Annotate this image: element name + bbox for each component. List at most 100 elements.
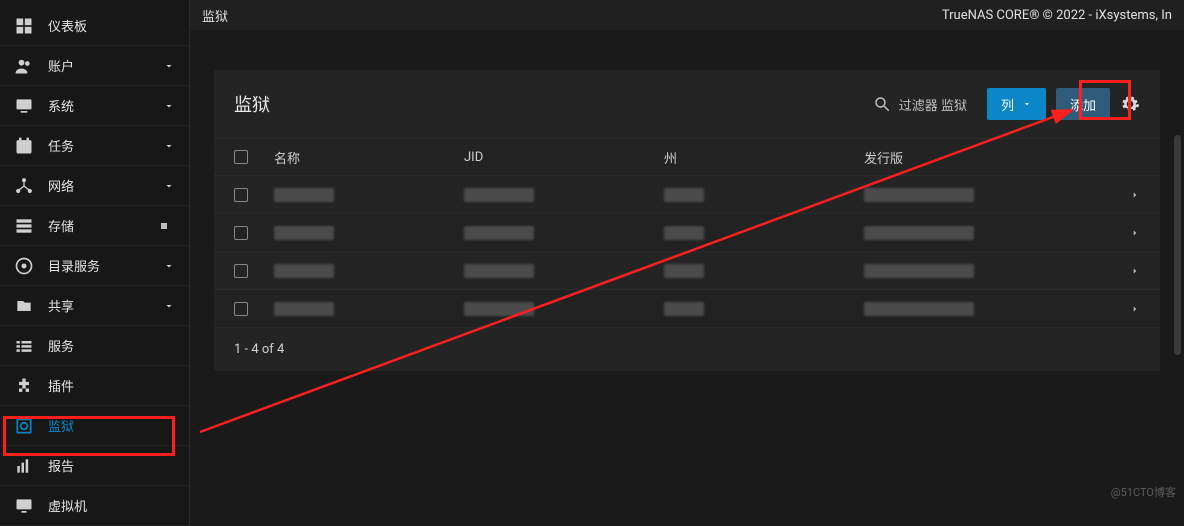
jails-card: 监狱 过滤器 监狱 列 添加 xyxy=(214,70,1160,371)
vm-icon xyxy=(14,496,34,516)
sidebar-item-label: 任务 xyxy=(48,136,163,155)
sidebar-item-jails[interactable]: 监狱 xyxy=(0,406,189,446)
sidebar-item-label: 监狱 xyxy=(48,416,175,435)
add-button-label: 添加 xyxy=(1070,95,1096,114)
select-all-checkbox[interactable] xyxy=(234,150,248,164)
filter-placeholder: 过滤器 监狱 xyxy=(899,95,967,114)
col-header-release[interactable]: 发行版 xyxy=(864,148,1100,167)
chevron-down-icon xyxy=(163,60,175,72)
filter-search[interactable]: 过滤器 监狱 xyxy=(873,95,967,114)
dashboard-icon xyxy=(14,16,34,36)
col-header-jid[interactable]: JID xyxy=(464,150,664,165)
cell-jid xyxy=(464,264,534,278)
col-header-name[interactable]: 名称 xyxy=(274,148,464,167)
sidebar-item-label: 仪表板 xyxy=(48,16,175,35)
sidebar-item-label: 报告 xyxy=(48,456,175,475)
cell-state xyxy=(664,302,704,316)
cell-jid xyxy=(464,302,534,316)
breadcrumb-bar: 监狱 TrueNAS CORE® © 2022 - iXsystems, In xyxy=(190,0,1184,30)
cell-jid xyxy=(464,226,534,240)
table-row[interactable] xyxy=(214,176,1160,214)
sidebar-item-label: 服务 xyxy=(48,336,175,355)
chevron-right-icon[interactable] xyxy=(1130,228,1140,238)
cell-state xyxy=(664,226,704,240)
row-checkbox[interactable] xyxy=(234,264,248,278)
chevron-down-icon xyxy=(1022,99,1032,109)
cell-jid xyxy=(464,188,534,202)
cell-release xyxy=(864,302,974,316)
search-icon xyxy=(873,95,891,113)
row-checkbox[interactable] xyxy=(234,302,248,316)
sidebar-item-dashboard[interactable]: 仪表板 xyxy=(0,6,189,46)
table-row[interactable] xyxy=(214,214,1160,252)
scrollbar[interactable] xyxy=(1174,135,1181,355)
sidebar-item-label: 插件 xyxy=(48,376,175,395)
indicator-dot xyxy=(161,223,167,229)
cell-state xyxy=(664,264,704,278)
add-button[interactable]: 添加 xyxy=(1056,88,1110,120)
table-row[interactable] xyxy=(214,252,1160,290)
sidebar-item-storage[interactable]: 存储 xyxy=(0,206,189,246)
columns-button-label: 列 xyxy=(1001,95,1014,114)
jails-table: 名称 JID 州 发行版 xyxy=(214,138,1160,328)
storage-icon xyxy=(14,216,34,236)
sidebar-item-label: 网络 xyxy=(48,176,163,195)
copyright-text: TrueNAS CORE® © 2022 - iXsystems, In xyxy=(942,8,1172,23)
sidebar-item-network[interactable]: 网络 xyxy=(0,166,189,206)
main-content: 监狱 TrueNAS CORE® © 2022 - iXsystems, In … xyxy=(190,0,1184,526)
row-checkbox[interactable] xyxy=(234,226,248,240)
services-icon xyxy=(14,336,34,356)
sidebar-item-tasks[interactable]: 任务 xyxy=(0,126,189,166)
sidebar-item-label: 存储 xyxy=(48,216,175,235)
table-header-row: 名称 JID 州 发行版 xyxy=(214,138,1160,176)
jails-icon xyxy=(14,416,34,436)
cell-name xyxy=(274,226,334,240)
sharing-icon xyxy=(14,296,34,316)
chevron-down-icon xyxy=(163,180,175,192)
sidebar-item-label: 目录服务 xyxy=(48,256,163,275)
cell-release xyxy=(864,264,974,278)
tasks-icon xyxy=(14,136,34,156)
table-row[interactable] xyxy=(214,290,1160,328)
sidebar-item-services[interactable]: 服务 xyxy=(0,326,189,366)
breadcrumb: 监狱 xyxy=(202,6,228,25)
chevron-right-icon[interactable] xyxy=(1130,304,1140,314)
col-header-state[interactable]: 州 xyxy=(664,148,864,167)
cell-name xyxy=(274,188,334,202)
sidebar-item-vm[interactable]: 虚拟机 xyxy=(0,486,189,526)
sidebar-item-plugins[interactable]: 插件 xyxy=(0,366,189,406)
sidebar-item-label: 账户 xyxy=(48,56,163,75)
network-icon xyxy=(14,176,34,196)
cell-name xyxy=(274,302,334,316)
pagination-info: 1 - 4 of 4 xyxy=(214,328,1160,371)
cell-state xyxy=(664,188,704,202)
card-title: 监狱 xyxy=(234,91,873,117)
chevron-right-icon[interactable] xyxy=(1130,266,1140,276)
sidebar-item-reporting[interactable]: 报告 xyxy=(0,446,189,486)
accounts-icon xyxy=(14,56,34,76)
row-checkbox[interactable] xyxy=(234,188,248,202)
sidebar-item-system[interactable]: 系统 xyxy=(0,86,189,126)
sidebar-item-sharing[interactable]: 共享 xyxy=(0,286,189,326)
chevron-down-icon xyxy=(163,300,175,312)
sidebar-item-label: 虚拟机 xyxy=(48,496,175,515)
plugins-icon xyxy=(14,376,34,396)
chevron-down-icon xyxy=(163,260,175,272)
gear-icon[interactable] xyxy=(1120,94,1140,114)
sidebar-item-directory[interactable]: 目录服务 xyxy=(0,246,189,286)
chevron-right-icon[interactable] xyxy=(1130,190,1140,200)
directory-icon xyxy=(14,256,34,276)
sidebar-item-label: 系统 xyxy=(48,96,163,115)
sidebar-item-label: 共享 xyxy=(48,296,163,315)
chevron-down-icon xyxy=(163,100,175,112)
sidebar: 仪表板 账户 系统 任务 网络 存储 目录 xyxy=(0,0,190,526)
chevron-down-icon xyxy=(163,140,175,152)
watermark: @51CTO博客 xyxy=(1111,484,1176,500)
cell-name xyxy=(274,264,334,278)
sidebar-item-accounts[interactable]: 账户 xyxy=(0,46,189,86)
cell-release xyxy=(864,188,974,202)
columns-button[interactable]: 列 xyxy=(987,88,1046,120)
reporting-icon xyxy=(14,456,34,476)
system-icon xyxy=(14,96,34,116)
cell-release xyxy=(864,226,974,240)
